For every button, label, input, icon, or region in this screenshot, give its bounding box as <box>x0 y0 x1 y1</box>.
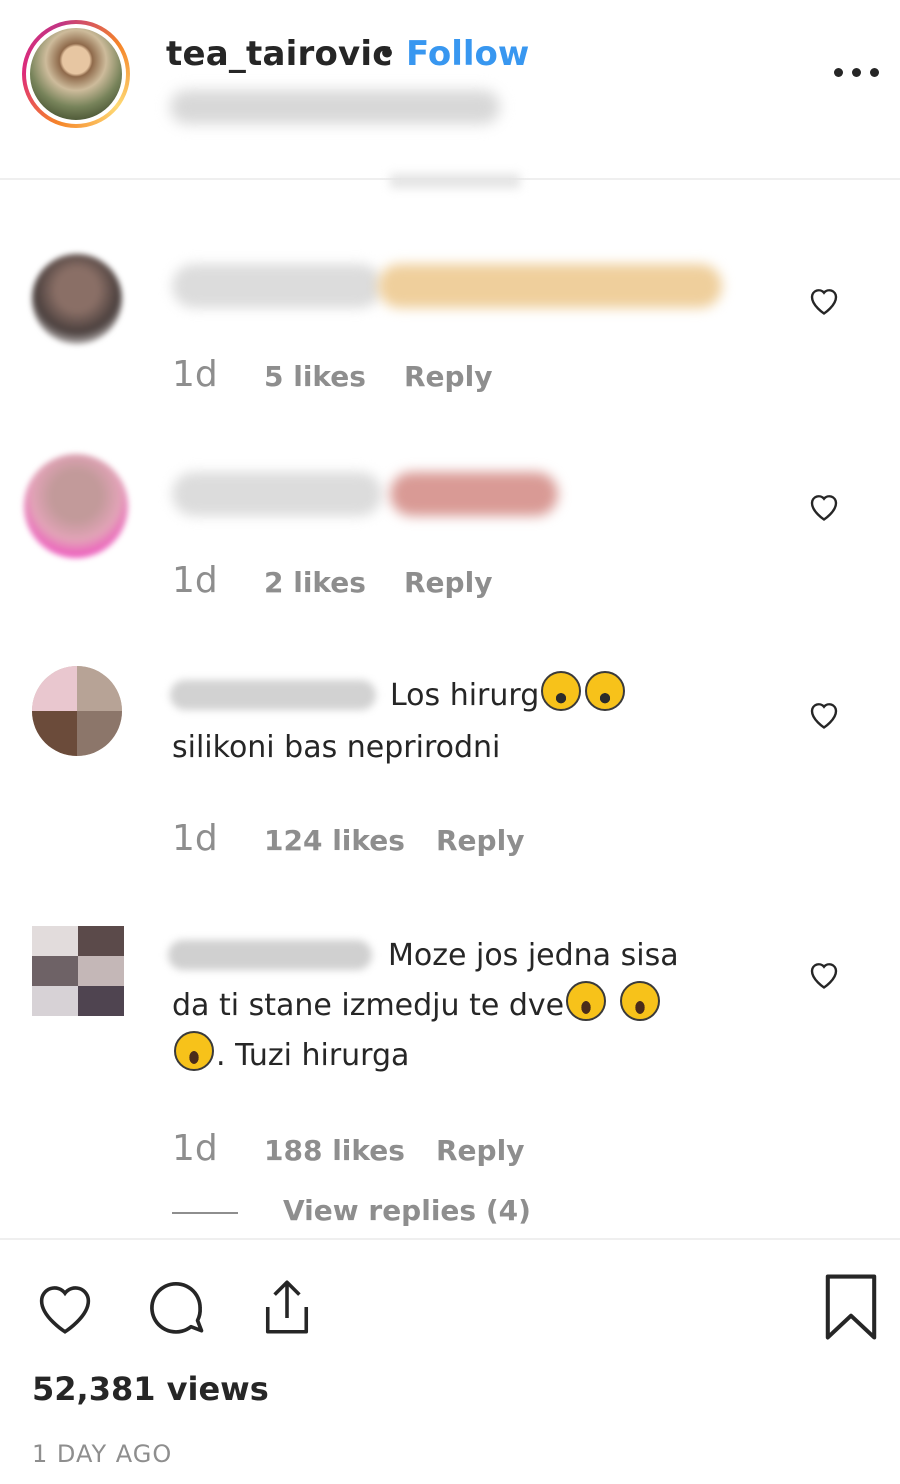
view-replies-button[interactable]: View replies (4) <box>283 1194 531 1227</box>
post-header: tea_tairovic • Follow <box>0 0 900 180</box>
tears-of-joy-emoji <box>174 1031 214 1071</box>
comment-text-redacted <box>378 264 722 308</box>
reply-button[interactable]: Reply <box>436 824 524 857</box>
commenter-avatar[interactable] <box>32 926 124 1016</box>
comment-item: 1d 5 likes Reply <box>0 240 900 410</box>
comment-likes[interactable]: 124 likes <box>264 824 405 857</box>
reply-button[interactable]: Reply <box>404 566 492 599</box>
comment-text-line: Moze jos jedna sisa <box>388 938 679 973</box>
like-heart-icon[interactable] <box>806 696 842 732</box>
commenter-name-redacted <box>172 472 382 516</box>
comment-item: Los hirurg silikoni bas neprirodni 1d 12… <box>0 656 900 886</box>
comment-item: Moze jos jedna sisa da ti stane izmedju … <box>0 916 900 1216</box>
comment-text: Los hirurg <box>390 678 540 713</box>
comment-text-line: Los hirurg <box>390 670 627 721</box>
profile-avatar[interactable] <box>26 24 126 124</box>
tears-of-joy-emoji <box>566 981 607 1021</box>
comment-text: da ti stane izmedju te dve <box>172 988 565 1023</box>
commenter-avatar[interactable] <box>24 454 128 558</box>
commenter-avatar[interactable] <box>32 666 122 756</box>
comment-text-line: silikoni bas neprirodni <box>172 730 501 765</box>
face-screaming-emoji <box>541 671 582 711</box>
commenter-avatar[interactable] <box>32 254 122 344</box>
view-replies-divider <box>172 1212 238 1214</box>
follow-button[interactable]: Follow <box>406 34 529 74</box>
tears-of-joy-emoji <box>620 981 661 1021</box>
comment-likes[interactable]: 2 likes <box>264 566 366 599</box>
more-options-icon[interactable] <box>832 60 880 80</box>
like-heart-icon[interactable] <box>806 956 842 992</box>
divider <box>0 1238 900 1240</box>
reply-button[interactable]: Reply <box>436 1134 524 1167</box>
commenter-name-redacted <box>170 680 376 710</box>
views-count[interactable]: 52,381 views <box>32 1370 269 1408</box>
cut-off-text-redacted <box>390 174 520 188</box>
comment-time[interactable]: 1d <box>172 354 218 395</box>
comment-time[interactable]: 1d <box>172 560 218 601</box>
bookmark-icon[interactable] <box>822 1272 880 1342</box>
post-timestamp[interactable]: 1 DAY AGO <box>32 1440 172 1468</box>
comment-item: 1d 2 likes Reply <box>0 446 900 616</box>
username-link[interactable]: tea_tairovic <box>166 34 393 74</box>
comment-text: . Tuzi hirurga <box>216 1038 410 1073</box>
comment-likes[interactable]: 188 likes <box>264 1134 405 1167</box>
comment-text-line: da ti stane izmedju te dve <box>172 980 662 1031</box>
location-redacted <box>170 90 500 124</box>
separator-dot: • <box>377 34 398 74</box>
like-heart-icon[interactable] <box>806 488 842 524</box>
comment-icon[interactable] <box>140 1274 212 1342</box>
reply-button[interactable]: Reply <box>404 360 492 393</box>
share-icon[interactable] <box>254 1272 320 1342</box>
commenter-name-redacted <box>168 940 372 970</box>
heart-icon[interactable] <box>30 1274 100 1340</box>
comment-text-line: . Tuzi hirurga <box>172 1030 409 1081</box>
comment-text-redacted <box>390 472 558 516</box>
commenter-name-redacted <box>172 264 382 308</box>
story-ring[interactable] <box>22 20 130 128</box>
comment-time[interactable]: 1d <box>172 818 218 859</box>
comment-likes[interactable]: 5 likes <box>264 360 366 393</box>
comment-time[interactable]: 1d <box>172 1128 218 1169</box>
like-heart-icon[interactable] <box>806 282 842 318</box>
face-screaming-emoji <box>585 671 626 711</box>
